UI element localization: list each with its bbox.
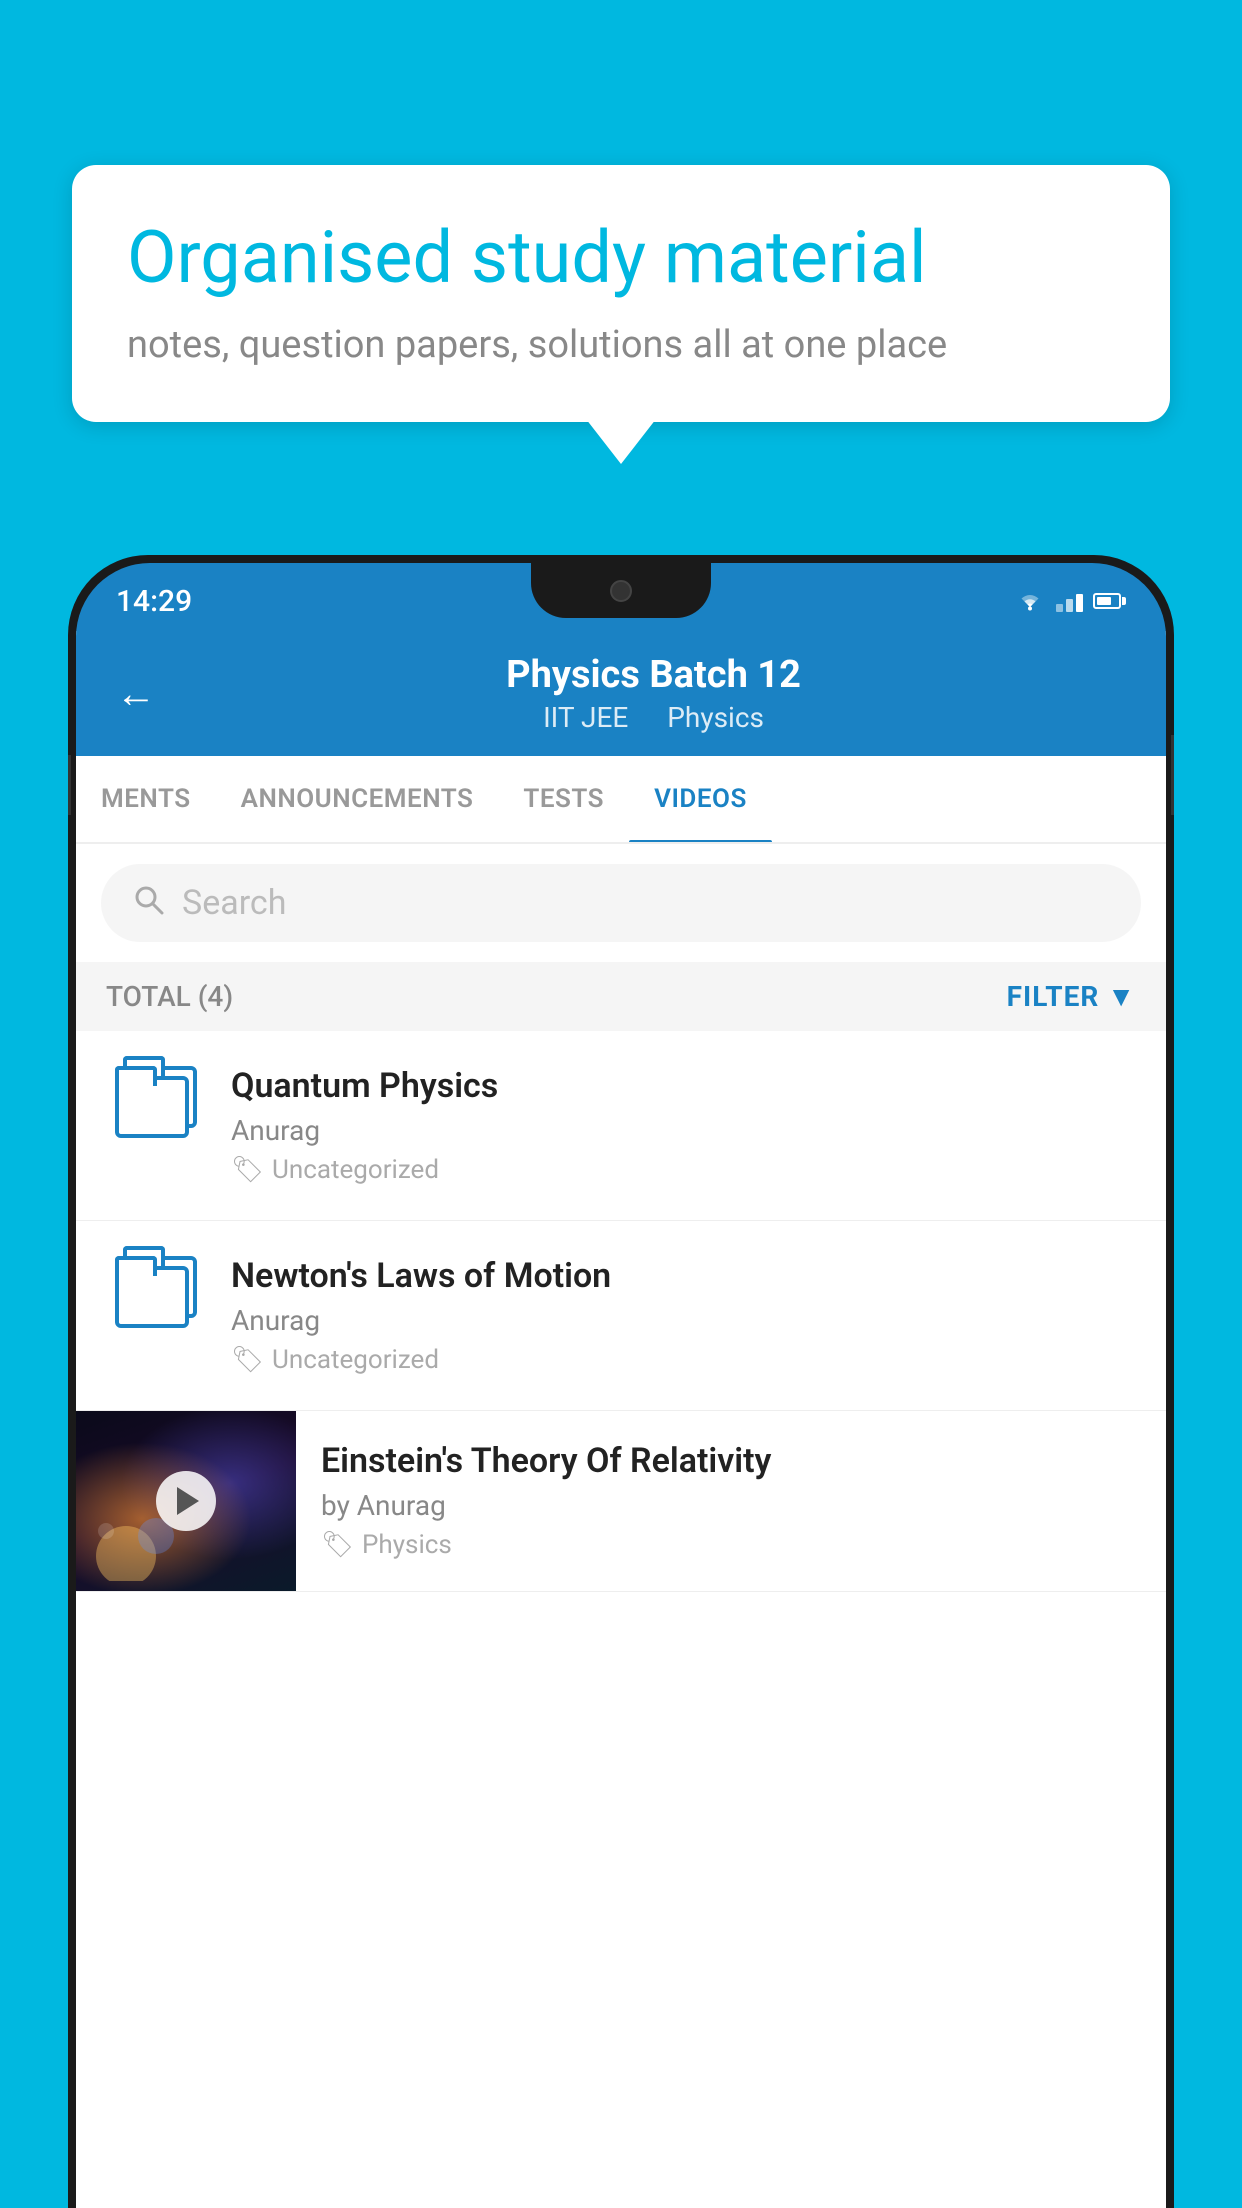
play-button[interactable] <box>156 1471 216 1531</box>
video-tag-3: 🏷 Physics <box>321 1530 1141 1560</box>
back-button[interactable]: ← <box>116 674 156 714</box>
bubble-title: Organised study material <box>127 215 1115 301</box>
total-count: TOTAL (4) <box>106 980 233 1013</box>
tag-physics: Physics <box>667 701 764 734</box>
app-header: ← Physics Batch 12 IIT JEE Physics <box>76 631 1166 756</box>
tab-ments[interactable]: MENTS <box>76 756 216 842</box>
tab-announcements[interactable]: ANNOUNCEMENTS <box>216 756 499 842</box>
signal-icon <box>1056 590 1083 612</box>
header-tags: IIT JEE Physics <box>181 701 1126 734</box>
tag-icon: 🏷 <box>231 1155 264 1185</box>
camera <box>610 580 632 602</box>
tag-icon: 🏷 <box>321 1530 354 1560</box>
video-info-3: Einstein's Theory Of Relativity by Anura… <box>296 1411 1166 1590</box>
search-placeholder: Search <box>182 883 286 923</box>
tab-videos[interactable]: VIDEOS <box>629 756 772 842</box>
status-icons <box>1014 589 1126 613</box>
folder-icon <box>115 1066 197 1138</box>
video-author-3: by Anurag <box>321 1489 1141 1522</box>
list-item[interactable]: Newton's Laws of Motion Anurag 🏷 Uncateg… <box>76 1221 1166 1411</box>
filter-icon: ▼ <box>1107 980 1136 1013</box>
folder-icon <box>115 1256 197 1328</box>
bubble-subtitle: notes, question papers, solutions all at… <box>127 323 1115 367</box>
filter-row: TOTAL (4) FILTER ▼ <box>76 962 1166 1031</box>
batch-title: Physics Batch 12 <box>181 653 1126 697</box>
notch <box>531 563 711 618</box>
video-thumb-1 <box>106 1066 206 1138</box>
video-info-2: Newton's Laws of Motion Anurag 🏷 Uncateg… <box>231 1256 1136 1375</box>
search-bar[interactable]: Search <box>101 864 1141 942</box>
wifi-icon <box>1014 589 1046 613</box>
video-tag-2: 🏷 Uncategorized <box>231 1345 1136 1375</box>
video-title-3: Einstein's Theory Of Relativity <box>321 1441 1141 1481</box>
volume-button <box>68 755 71 815</box>
app-content: ← Physics Batch 12 IIT JEE Physics MENTS… <box>76 631 1166 2208</box>
search-container: Search <box>76 844 1166 962</box>
video-thumbnail-3 <box>76 1411 296 1591</box>
tabs-bar: MENTS ANNOUNCEMENTS TESTS VIDEOS <box>76 756 1166 844</box>
list-item[interactable]: Quantum Physics Anurag 🏷 Uncategorized <box>76 1031 1166 1221</box>
list-item[interactable]: Einstein's Theory Of Relativity by Anura… <box>76 1411 1166 1592</box>
play-icon <box>177 1487 199 1515</box>
header-title-block: Physics Batch 12 IIT JEE Physics <box>181 653 1126 734</box>
video-title-2: Newton's Laws of Motion <box>231 1256 1136 1296</box>
phone-frame: 14:29 <box>68 555 1174 2208</box>
video-tag-1: 🏷 Uncategorized <box>231 1155 1136 1185</box>
video-author-2: Anurag <box>231 1304 1136 1337</box>
video-title-1: Quantum Physics <box>231 1066 1136 1106</box>
filter-label: FILTER <box>1007 980 1100 1013</box>
speech-bubble: Organised study material notes, question… <box>72 165 1170 422</box>
tag-icon: 🏷 <box>231 1345 264 1375</box>
video-info-1: Quantum Physics Anurag 🏷 Uncategorized <box>231 1066 1136 1185</box>
tag-iit: IIT JEE <box>543 701 628 734</box>
phone-inner: 14:29 <box>76 563 1166 2208</box>
video-thumb-2 <box>106 1256 206 1328</box>
video-author-1: Anurag <box>231 1114 1136 1147</box>
filter-button[interactable]: FILTER ▼ <box>1007 980 1136 1013</box>
video-list: Quantum Physics Anurag 🏷 Uncategorized <box>76 1031 1166 1592</box>
status-time: 14:29 <box>116 584 192 619</box>
search-icon <box>131 882 167 924</box>
battery-icon <box>1093 593 1126 609</box>
tab-tests[interactable]: TESTS <box>498 756 629 842</box>
power-button <box>1171 735 1174 815</box>
